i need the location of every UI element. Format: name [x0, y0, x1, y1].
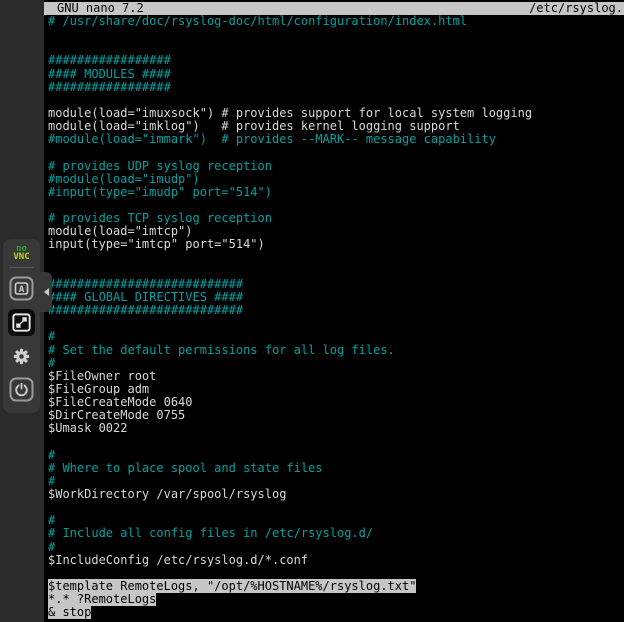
editor-line: input(type="imtcp" port="514"): [48, 238, 624, 251]
editor-line: # Set the default permissions for all lo…: [48, 344, 624, 357]
editor-line: # /usr/share/doc/rsyslog-doc/html/config…: [48, 15, 624, 28]
power-icon: [9, 377, 34, 402]
editor-line: [48, 501, 624, 514]
editor-line: #module(load="immark") # provides --MARK…: [48, 133, 624, 146]
editor-line: #: [48, 449, 624, 462]
editor-line: #################: [48, 81, 624, 94]
editor-line: $IncludeConfig /etc/rsyslog.d/*.conf: [48, 554, 624, 567]
editor-line: #input(type="imudp" port="514"): [48, 186, 624, 199]
editor-line: [48, 252, 624, 265]
selected-text: & stop: [48, 605, 91, 619]
nano-filename-label: /etc/rsyslog.: [529, 2, 624, 15]
editor-line: #: [48, 357, 624, 370]
editor-line: # provides UDP syslog reception: [48, 160, 624, 173]
novnc-logo-line2: VNC: [13, 253, 29, 261]
editor-line: [48, 94, 624, 107]
editor-line: $Umask 0022: [48, 422, 624, 435]
novnc-logo: no VNC: [13, 245, 29, 261]
editor-line: #### MODULES ####: [48, 68, 624, 81]
a-key-icon: A: [9, 276, 34, 301]
editor-line: #: [48, 541, 624, 554]
fullscreen-icon: [10, 311, 33, 334]
editor-line: [48, 436, 624, 449]
editor-line: [48, 265, 624, 278]
toolbar-divider: [9, 267, 34, 268]
editor-line: $WorkDirectory /var/spool/rsyslog: [48, 488, 624, 501]
editor-line: # Include all config files in /etc/rsysl…: [48, 527, 624, 540]
editor-line: $DirCreateMode 0755: [48, 409, 624, 422]
vnc-control-bar: no VNC A: [3, 239, 40, 413]
page-background: { "window": { "titlebar": { "left": "GNU…: [0, 0, 624, 622]
editor-line: #################: [48, 54, 624, 67]
vnc-terminal-canvas[interactable]: GNU nano 7.2 /etc/rsyslog. # /usr/share/…: [44, 0, 624, 622]
editor-line: ###########################: [48, 304, 624, 317]
editor-line: [48, 28, 624, 41]
gear-icon: [11, 346, 32, 367]
disconnect-button[interactable]: [9, 377, 34, 402]
editor-line: ###########################: [48, 278, 624, 291]
editor-line: $FileOwner root: [48, 370, 624, 383]
extra-keys-button[interactable]: A: [9, 276, 34, 301]
fullscreen-button[interactable]: [8, 309, 35, 336]
collapse-arrow-icon: [44, 288, 49, 296]
editor-line: & stop: [48, 606, 624, 619]
editor-line: #module(load="imudp"): [48, 173, 624, 186]
editor-line: [48, 317, 624, 330]
selected-text: *.* ?RemoteLogs: [48, 592, 156, 606]
editor-line: *.* ?RemoteLogs: [48, 593, 624, 606]
editor-lines: # /usr/share/doc/rsyslog-doc/html/config…: [48, 15, 624, 622]
editor-line: [48, 146, 624, 159]
selected-text: $template RemoteLogs, "/opt/%HOSTNAME%/r…: [48, 579, 416, 593]
editor-line: #: [48, 330, 624, 343]
toolbar-collapse-handle[interactable]: [40, 272, 52, 312]
editor-line: # Where to place spool and state files: [48, 462, 624, 475]
settings-button[interactable]: [9, 344, 34, 369]
svg-text:A: A: [19, 285, 25, 295]
